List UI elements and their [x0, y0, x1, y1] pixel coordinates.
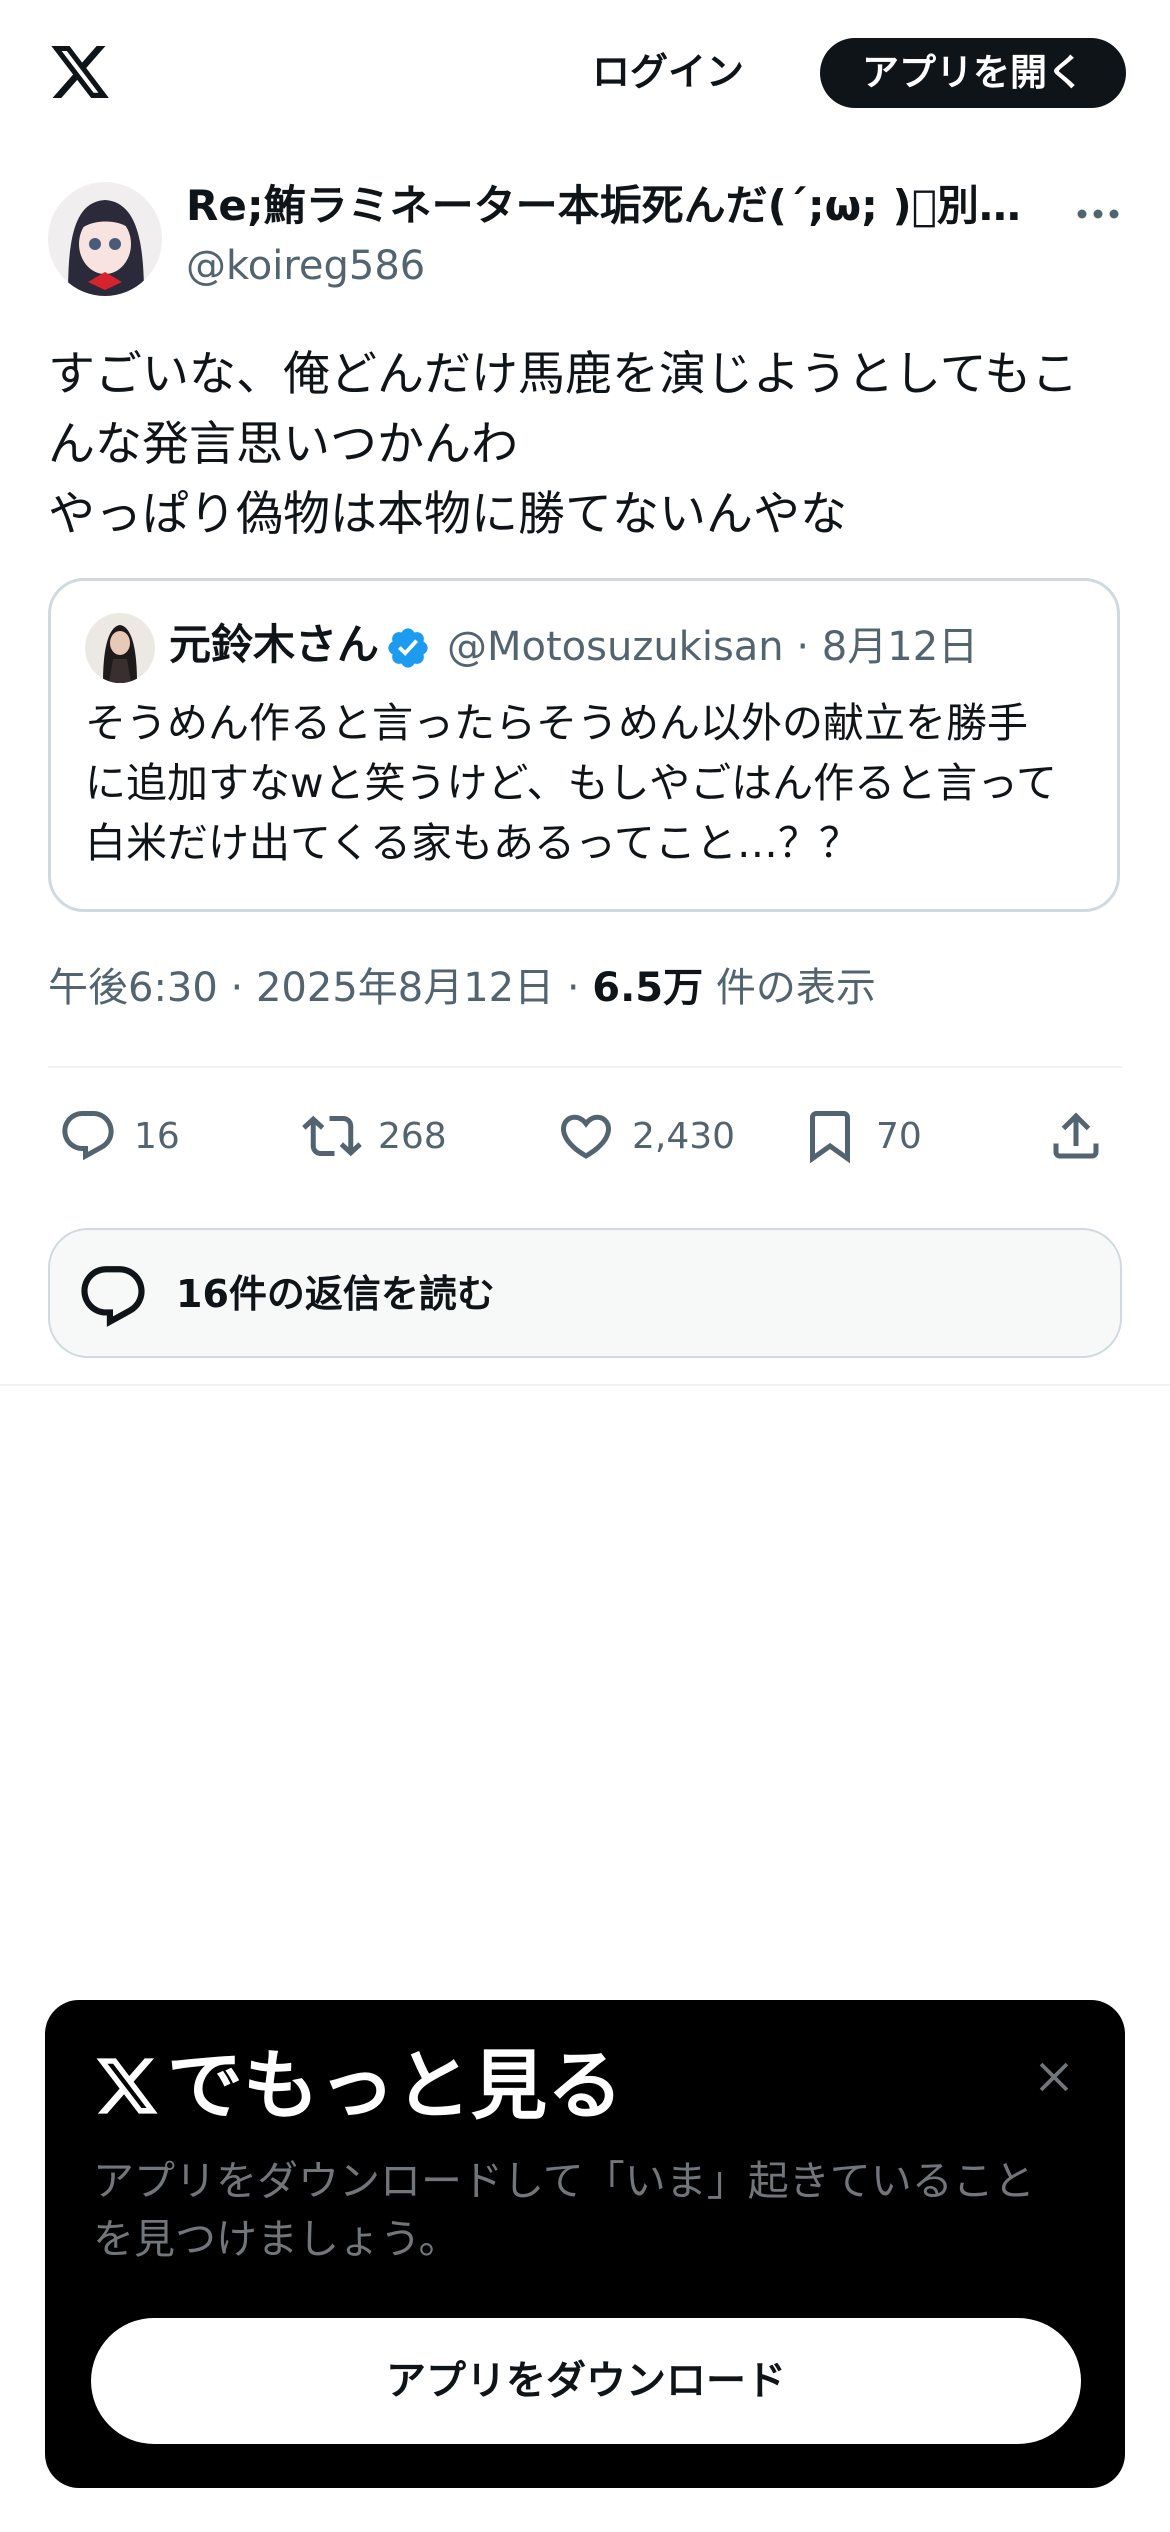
login-link[interactable]: ログイン — [592, 44, 744, 100]
views-label: 件の表示 — [703, 965, 876, 1011]
tweet-text-line: んな発言思いつかんわ — [48, 417, 518, 472]
sheet-description: アプリをダウンロードして「いま」起きていること を見つけましょう。 — [93, 2152, 1093, 2268]
like-count: 2,430 — [632, 1115, 736, 1157]
quoted-author-avatar — [85, 613, 155, 683]
x-logo-icon[interactable] — [48, 40, 112, 104]
heart-icon — [560, 1114, 612, 1159]
quoted-handle-date: @Motosuzukisan · 8月12日 — [447, 624, 979, 670]
action-bar: 16 268 2,430 70 — [0, 1100, 1170, 1172]
quoted-text-line: 白米だけ出てくる家もあるってこと…？？ — [85, 819, 860, 867]
app-promo-sheet: でもっと見る アプリをダウンロードして「いま」起きていること を見つけましょう。… — [45, 2000, 1125, 2488]
author-avatar[interactable] — [48, 182, 162, 296]
share-icon — [1053, 1112, 1099, 1159]
tweet-text: すごいな、俺どんだけ馬鹿を演じようとしてもこ んな発言思いつかんわ やっぱり偽物… — [48, 340, 1128, 550]
author-name[interactable]: Re;鮪ラミネーター本垢死んだ(´;ω; )ﾞ別… — [186, 178, 1036, 234]
like-button[interactable]: 2,430 — [556, 1100, 735, 1172]
retweet-count: 268 — [378, 1115, 447, 1157]
quoted-text-line: そうめん作ると言ったらそうめん以外の献立を勝手 — [85, 699, 1028, 747]
more-options-icon[interactable] — [1074, 198, 1122, 230]
reply-icon — [62, 1111, 114, 1161]
sheet-title: でもっと見る — [93, 2036, 623, 2136]
tweet-text-line: すごいな、俺どんだけ馬鹿を演じようとしてもこ — [48, 347, 1079, 402]
open-app-button[interactable]: アプリを開く — [820, 38, 1126, 108]
tweet-page: ログイン アプリを開く Re;鮪ラミネーター本垢死んだ(´;ω; )ﾞ別… @k… — [0, 0, 1170, 2532]
section-divider — [0, 1384, 1170, 1386]
quoted-author-name: 元鈴木さん — [169, 620, 380, 669]
quoted-tweet-card[interactable]: 元鈴木さん @Motosuzukisan · 8月12日 そうめん作ると言ったら… — [48, 578, 1120, 912]
bookmark-count: 70 — [876, 1115, 922, 1157]
divider — [48, 1066, 1122, 1068]
download-app-button[interactable]: アプリをダウンロード — [91, 2318, 1081, 2444]
quoted-tweet-text: そうめん作ると言ったらそうめん以外の献立を勝手 に追加すなwと笑うけど、もしやご… — [85, 693, 1095, 873]
read-replies-label: 16件の返信を読む — [176, 1272, 495, 1316]
retweet-button[interactable]: 268 — [302, 1100, 447, 1172]
reply-button[interactable]: 16 — [58, 1100, 180, 1172]
reply-count: 16 — [134, 1115, 180, 1157]
read-replies-button[interactable]: 16件の返信を読む — [48, 1228, 1122, 1358]
top-bar: ログイン アプリを開く — [0, 0, 1170, 145]
sheet-description-line: を見つけましょう。 — [93, 2215, 460, 2263]
sheet-description-line: アプリをダウンロードして「いま」起きていること — [93, 2157, 1035, 2205]
bookmark-button[interactable]: 70 — [800, 1100, 922, 1172]
tweet-text-line: やっぱり偽物は本物に勝てないんやな — [48, 487, 847, 542]
conversation-icon — [81, 1266, 145, 1327]
views-count: 6.5万 — [592, 965, 704, 1011]
sheet-title-text: でもっと見る — [167, 2041, 623, 2130]
tweet-timestamp[interactable]: 午後6:30 · 2025年8月12日 · — [48, 965, 592, 1011]
bookmark-icon — [810, 1111, 850, 1164]
tweet-meta: 午後6:30 · 2025年8月12日 · 6.5万 件の表示 — [48, 960, 876, 1016]
share-button[interactable] — [1046, 1100, 1122, 1172]
author-handle[interactable]: @koireg586 — [186, 240, 425, 292]
x-logo-icon — [96, 2058, 158, 2114]
close-icon[interactable] — [1031, 2054, 1077, 2100]
verified-badge-icon — [388, 628, 428, 668]
quoted-text-line: に追加すなwと笑うけど、もしやごはん作ると言って — [85, 759, 1058, 807]
retweet-icon — [302, 1115, 362, 1157]
